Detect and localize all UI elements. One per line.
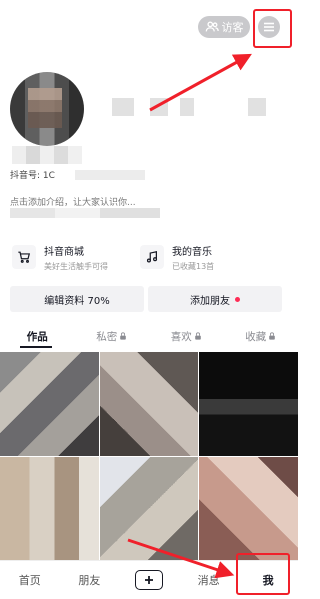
create-button[interactable] (134, 570, 163, 590)
shortcut-mall[interactable]: 抖音商城 美好生活触手可得 (12, 240, 108, 274)
video-thumbnail[interactable] (0, 456, 99, 560)
cart-icon (12, 245, 36, 269)
nav-friends-label: 朋友 (78, 574, 101, 587)
tab-private-label: 私密 (96, 330, 118, 343)
menu-highlight-box (253, 9, 292, 48)
video-thumbnail[interactable] (199, 352, 298, 456)
edit-profile-label: 编辑资料 70% (44, 295, 110, 307)
add-friend-label: 添加朋友 (190, 295, 230, 307)
music-icon (140, 245, 164, 269)
tab-likes[interactable]: 喜欢 (149, 322, 224, 350)
avatar[interactable] (10, 72, 84, 146)
video-thumbnail[interactable] (0, 352, 99, 456)
add-friend-button[interactable]: 添加朋友 (148, 286, 282, 312)
tab-favorites-label: 收藏 (245, 330, 267, 343)
nav-messages[interactable]: 消息 (179, 561, 239, 599)
tab-likes-label: 喜欢 (170, 330, 192, 343)
shortcut-music-title: 我的音乐 (172, 246, 212, 258)
video-grid (0, 352, 298, 560)
stat-blur (150, 98, 168, 116)
edit-profile-button[interactable]: 编辑资料 70% (10, 286, 144, 312)
visitors-icon (205, 21, 219, 32)
me-highlight-box (236, 553, 290, 595)
tab-favorites[interactable]: 收藏 (224, 322, 299, 350)
nav-create[interactable] (119, 561, 179, 599)
nickname-blur (12, 146, 82, 164)
nav-home-label: 首页 (18, 574, 41, 587)
lock-icon (120, 332, 127, 340)
active-tab-indicator (20, 346, 52, 348)
nav-messages-label: 消息 (197, 574, 220, 587)
video-thumbnail[interactable] (199, 456, 298, 560)
visitor-button[interactable]: 访客 (198, 16, 250, 38)
tab-works-label: 作品 (26, 330, 48, 343)
bio-blur (10, 208, 160, 218)
video-thumbnail[interactable] (99, 352, 199, 456)
notification-dot (235, 296, 240, 302)
tab-private[interactable]: 私密 (75, 322, 150, 350)
plus-icon (144, 576, 153, 584)
bio-text[interactable]: 点击添加介绍，让大家认识你... (10, 195, 136, 208)
nav-friends[interactable]: 朋友 (60, 561, 120, 599)
shortcut-mall-subtitle: 美好生活触手可得 (44, 261, 108, 271)
profile-header: 访客 抖音号: 1C 点击添加介绍，让大家认识你... (0, 0, 298, 218)
lock-icon (194, 332, 201, 340)
visitor-label: 访客 (221, 21, 244, 34)
video-thumbnail[interactable] (99, 456, 199, 560)
shortcut-mall-title: 抖音商城 (44, 246, 84, 258)
stat-blur (112, 98, 134, 116)
douyin-id-blur (75, 170, 145, 180)
lock-icon (269, 332, 276, 340)
nav-home[interactable]: 首页 (0, 561, 60, 599)
shortcut-music-subtitle: 已收藏13首 (172, 261, 215, 271)
stat-blur (248, 98, 266, 116)
stat-blur (180, 98, 194, 116)
douyin-id: 抖音号: 1C (10, 171, 55, 181)
shortcut-music[interactable]: 我的音乐 已收藏13首 (140, 240, 214, 274)
